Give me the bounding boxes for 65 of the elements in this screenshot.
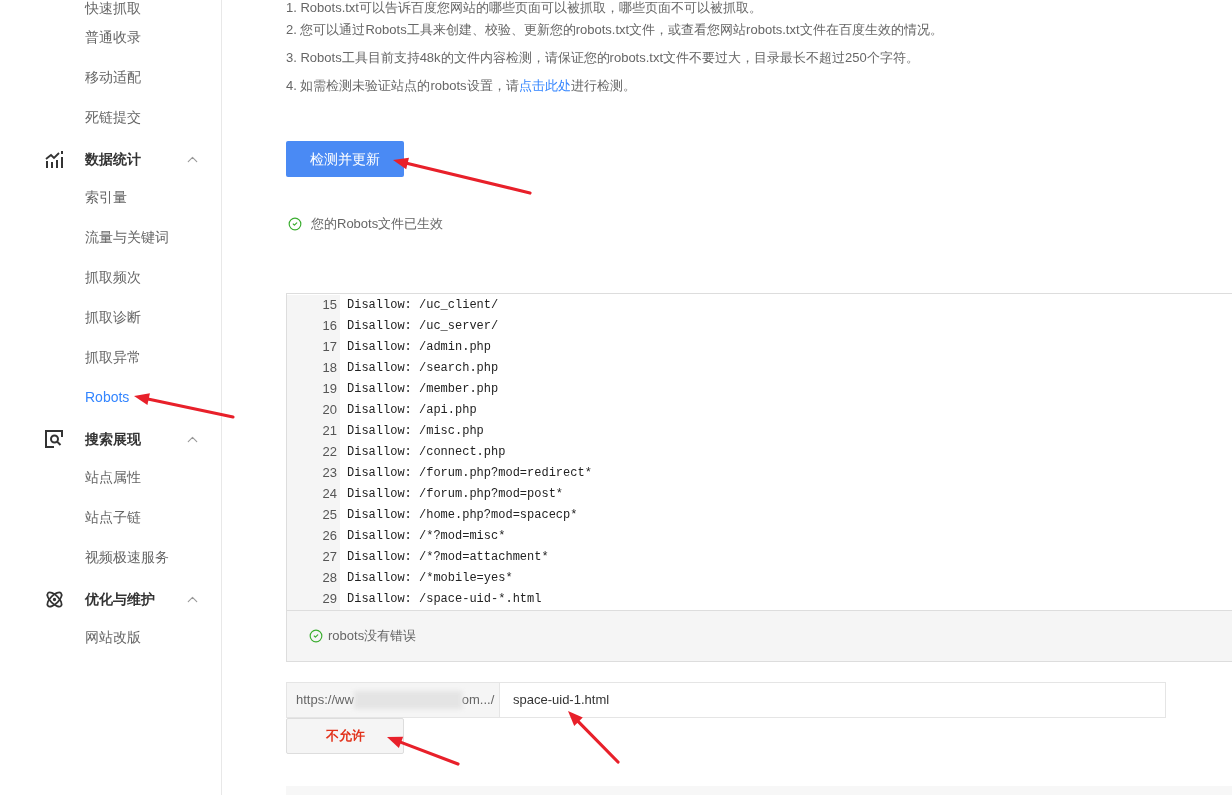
check-update-button[interactable]: 检测并更新 — [286, 141, 404, 177]
verdict-button[interactable]: 不允许 — [286, 717, 404, 754]
result-text: robots没有错误 — [328, 626, 417, 645]
sidebar-section-header[interactable]: 搜索展现 — [85, 428, 141, 450]
line-number: 26 — [322, 527, 337, 546]
line-number: 29 — [322, 590, 337, 609]
line-number: 19 — [322, 380, 337, 399]
check-here-link[interactable]: 点击此处 — [518, 78, 571, 94]
code-line: Disallow: /connect.php — [347, 444, 506, 461]
instruction-text: 2. 您可以通过Robots工具来创建、校验、更新您的robots.txt文件，或查看您网站robots.txt文件在百度生效的情况。 — [286, 21, 943, 40]
sidebar-item[interactable]: 抓取诊断 — [85, 306, 141, 328]
code-line: Disallow: /uc_server/ — [347, 318, 499, 335]
code-line: Disallow: /uc_client/ — [347, 297, 499, 314]
sidebar-item[interactable]: 死链提交 — [85, 106, 141, 128]
code-line: Disallow: /forum.php?mod=redirect* — [347, 465, 592, 482]
line-number: 28 — [322, 569, 337, 588]
code-line: Disallow: /space-uid-*.html — [347, 591, 542, 608]
url-prefix-text: https://ww — [296, 690, 354, 709]
instruction-text: 4. 如需检测未验证站点的robots设置，请点击此处进行检测。 — [286, 77, 636, 96]
line-number: 21 — [322, 422, 337, 441]
status-text: 您的Robots文件已生效 — [311, 215, 444, 233]
code-line: Disallow: /misc.php — [347, 423, 484, 440]
annotation-arrow — [566, 709, 620, 764]
sidebar-item[interactable]: 站点子链 — [85, 506, 141, 528]
instruction-text: 1. Robots.txt可以告诉百度您网站的哪些页面可以被抓取，哪些页面不可以被抓取。 — [286, 0, 762, 18]
code-line: Disallow: /member.php — [347, 381, 499, 398]
path-input[interactable]: space-uid-1.html — [500, 681, 1166, 718]
line-number: 15 — [322, 296, 337, 315]
sidebar-item[interactable]: 抓取频次 — [85, 266, 141, 288]
url-prefix-text: om.../ — [461, 690, 495, 709]
line-number: 27 — [322, 548, 337, 567]
sidebar-item[interactable]: 流量与关键词 — [85, 226, 169, 248]
code-line: Disallow: /search.php — [347, 360, 499, 377]
line-number: 16 — [322, 317, 337, 336]
line-number: 18 — [322, 359, 337, 378]
sidebar-item[interactable]: Robots — [85, 386, 130, 408]
code-line: Disallow: /admin.php — [347, 339, 492, 356]
sidebar-item[interactable]: 普通收录 — [85, 26, 141, 48]
sidebar-item[interactable]: 索引量 — [85, 186, 127, 208]
code-line: Disallow: /*?mod=misc* — [347, 528, 506, 545]
line-number: 17 — [322, 338, 337, 357]
sidebar-section-header[interactable]: 数据统计 — [85, 148, 141, 170]
instruction-text: 3. Robots工具目前支持48k的文件内容检测，请保证您的robots.txt文件不要过大，目录最长不超过250个字符。 — [286, 49, 919, 68]
code-line: Disallow: /*?mod=attachment* — [347, 549, 549, 566]
search-icon — [45, 430, 63, 448]
bar-chart-icon — [45, 150, 63, 168]
sidebar-item[interactable]: 网站改版 — [85, 626, 141, 648]
atom-icon — [44, 589, 64, 609]
line-number: 20 — [322, 401, 337, 420]
code-line: Disallow: /forum.php?mod=post* — [347, 486, 564, 503]
sidebar-item[interactable]: 移动适配 — [85, 66, 141, 88]
line-number: 25 — [322, 506, 337, 525]
check-circle-icon — [288, 216, 302, 231]
line-number: 22 — [322, 443, 337, 462]
sidebar-item[interactable]: 视频极速服务 — [85, 546, 169, 568]
check-circle-icon — [309, 628, 323, 643]
code-line: Disallow: /api.php — [347, 402, 477, 419]
sidebar-section-header[interactable]: 优化与维护 — [85, 588, 155, 610]
sidebar-item[interactable]: 抓取异常 — [85, 346, 141, 368]
code-line: Disallow: /home.php?mod=spacecp* — [347, 507, 578, 524]
code-line: Disallow: /*mobile=yes* — [347, 570, 513, 587]
line-number: 23 — [322, 464, 337, 483]
sidebar-item[interactable]: 快速抓取 — [85, 0, 141, 19]
line-number: 24 — [322, 485, 337, 504]
sidebar-item[interactable]: 站点属性 — [85, 466, 141, 488]
